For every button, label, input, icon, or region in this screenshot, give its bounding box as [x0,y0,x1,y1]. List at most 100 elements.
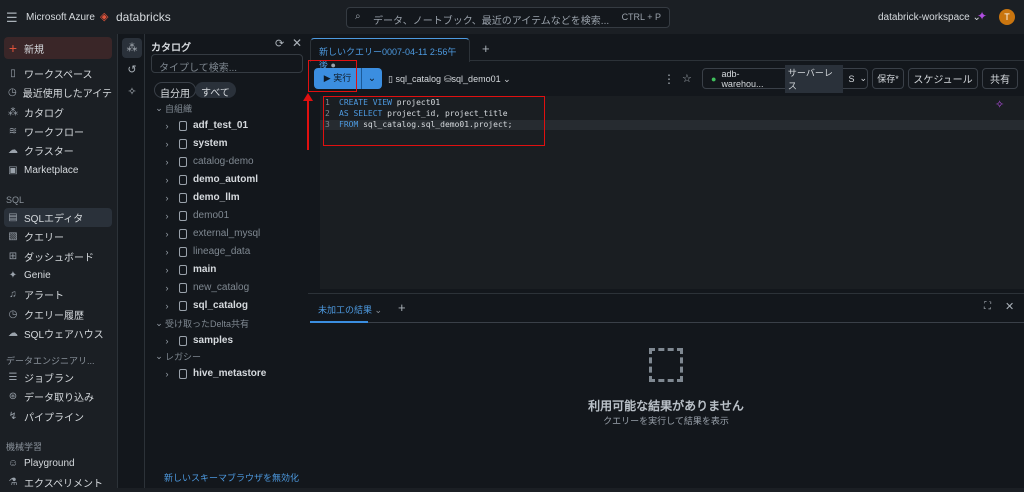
tree-item[interactable]: › external_mysql [161,225,324,242]
results-divider [310,322,1024,323]
chevron-down-icon: ⌄ [155,351,163,361]
section-label-sql: SQL [6,195,25,205]
catalog-icon [179,246,187,257]
tree-item-label: system [193,138,228,149]
workspace-selector[interactable]: databrick-workspace ⌄ [878,12,981,23]
history-icon[interactable]: ↺ [122,60,142,80]
tree-item[interactable]: › demo01 [161,207,324,224]
schema-selector[interactable]: ⛁sql_demo01 ⌄ [444,74,511,85]
sidebar-item-label: 最近使用したアイテ... [22,89,112,101]
tree-item[interactable]: › new_catalog [161,279,324,296]
assistant-icon[interactable]: ✧ [995,98,1004,111]
sidebar-item[interactable]: ☺ Playground [4,454,112,473]
tree-item[interactable]: › catalog-demo [161,153,324,170]
sidebar-item[interactable]: ☁ SQLウェアハウス [4,324,112,343]
chevron-right-icon: › [165,368,169,379]
sidebar-icon: ♫ [9,289,17,301]
sidebar-item[interactable]: ⚗ エクスペリメント [4,473,112,492]
sidebar-item[interactable]: ▧ クエリー [4,227,112,246]
catalog-search-input[interactable]: タイプして検索... [151,54,303,74]
tree-item[interactable]: › main [161,261,324,278]
filter-chip-mine[interactable]: 自分用 [154,82,196,100]
sidebar-item-label: データ取り込み [24,393,94,405]
tree-item-label: main [193,264,217,275]
tree-item[interactable]: › samples [161,332,324,349]
close-icon[interactable]: ✕ [1005,300,1014,313]
sidebar-icon: ✦ [8,269,18,281]
tree-item[interactable]: › adf_test_01 [161,117,324,134]
sidebar-item[interactable]: ⁂ カタログ [4,103,112,122]
disable-schema-browser-link[interactable]: 新しいスキーマブラウザを無効化 [164,471,299,484]
chevron-right-icon: › [165,174,169,185]
sidebar: + 新規 ▯ ワークスペース ◷ 最近使用したアイテ... ⁂ カタログ ≋ ワークフロー ☁ クラ… [0,34,115,490]
sidebar-item[interactable]: ✦ Genie [4,266,112,285]
filter-chip-all[interactable]: すべて [195,82,236,99]
share-button[interactable]: 共有 [982,68,1018,89]
sidebar-item[interactable]: ☰ ジョブラン [4,368,112,387]
sidebar-item[interactable]: ◷ 最近使用したアイテ... [4,83,112,102]
catalog-icon [179,120,187,131]
global-search-input[interactable]: ⌕ データ、ノートブック、最近のアイテムなどを検索... CTRL + P [346,7,670,28]
more-icon[interactable]: ⋮ [663,72,675,86]
sidebar-item[interactable]: ◷ クエリー履歴 [4,305,112,324]
chevron-right-icon: › [165,210,169,221]
warehouse-selector[interactable]: ● adb-warehou... サーバーレス S ⌄ [702,64,868,93]
search-shortcut: CTRL + P [621,12,661,22]
sidebar-item[interactable]: ⊞ ダッシュボード [4,247,112,266]
catalog-icon [179,300,187,311]
sidebar-item[interactable]: ☁ クラスター [4,141,112,160]
sidebar-item-label: カタログ [24,108,64,120]
expand-icon[interactable]: ⛶ [984,301,991,312]
sidebar-item[interactable]: ⊛ データ取り込み [4,387,112,406]
avatar[interactable]: T [999,9,1015,25]
sidebar-item[interactable]: ▤ SQLエディタ [4,208,112,227]
annotation-arrow [307,100,309,150]
sidebar-icon: ▯ [10,68,16,79]
new-label: 新規 [24,44,44,56]
tree-item[interactable]: › demo_automl [161,171,324,188]
assistant-icon[interactable]: ✧ [122,82,142,102]
catalog-icon[interactable]: ⁂ [122,38,142,58]
catalog-selector[interactable]: ▯ sql_catalog [388,74,441,85]
refresh-icon[interactable]: ⟳ [275,37,284,50]
tree-item[interactable]: › demo_llm [161,189,324,206]
tree-group-label: レガシー [165,352,202,362]
new-button[interactable]: + 新規 [4,37,112,59]
tree-item[interactable]: › system [161,135,324,152]
catalog-icon [179,264,187,275]
tree-item[interactable]: › lineage_data [161,243,324,260]
sidebar-item[interactable]: ≋ ワークフロー [4,122,112,141]
warehouse-name: adb-warehou... [721,68,764,89]
schema-selector-label: sql_demo01 [451,74,501,84]
sidebar-item[interactable]: ↯ パイプライン [4,407,112,426]
tree-group[interactable]: ⌄ レガシー [153,348,316,365]
tree-group[interactable]: ⌄ 受け取ったDelta共有 [153,315,316,332]
chevron-right-icon: › [165,282,169,293]
sidebar-item[interactable]: ▯ ワークスペース [4,64,112,83]
sidebar-icon: ↯ [8,410,18,422]
catalog-icon [179,228,187,239]
run-options-chevron-icon[interactable]: ⌄ [362,68,382,89]
tree-item[interactable]: › sql_catalog [161,297,324,314]
schedule-button[interactable]: スケジュール [908,68,978,89]
tree-group[interactable]: ⌄ 自組織 [153,100,316,117]
star-icon[interactable]: ☆ [682,72,692,85]
close-icon[interactable]: ✕ [292,36,302,50]
tree-item-label: demo01 [193,210,230,221]
sidebar-item[interactable]: ▣ Marketplace [4,161,112,180]
results-tab[interactable]: 未加工の結果 ⌄ [318,303,382,316]
save-button[interactable]: 保存* [872,68,904,89]
menu-icon[interactable]: ☰ [6,10,18,26]
tree-item[interactable]: › hive_metastore [161,365,324,382]
add-result-tab-button[interactable]: + [398,300,406,315]
catalog-icon [179,335,187,346]
chevron-right-icon: › [165,138,169,149]
sidebar-item[interactable]: ♫ アラート [4,285,112,304]
sidebar-item-label: SQLウェアハウス [24,329,104,341]
sidebar-icon: ☁ [8,327,18,339]
sidebar-item-label: ワークスペース [24,70,93,81]
assistant-icon[interactable]: ✦ [977,9,987,23]
serverless-badge: サーバーレス [784,64,844,93]
tab-query[interactable]: 新しいクエリー0007-04-11 2:56午後 ● [310,38,470,70]
add-tab-button[interactable]: + [482,41,490,56]
